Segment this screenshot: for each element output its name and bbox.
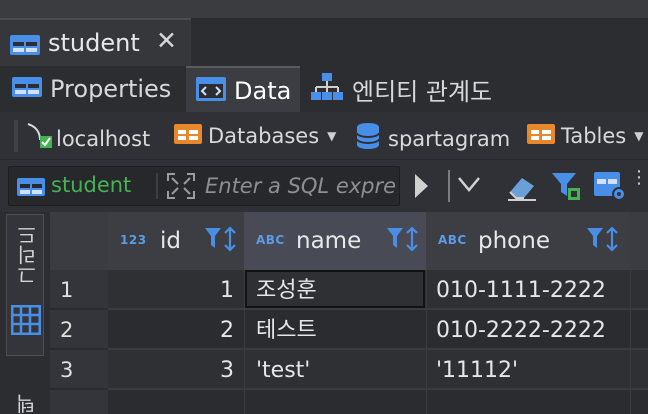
- column-header-name[interactable]: ABC name: [244, 212, 427, 270]
- breadcrumb-databases[interactable]: Databases ▼: [174, 122, 336, 149]
- table-cell-name[interactable]: 'test': [256, 358, 310, 383]
- column-header-id[interactable]: 123 id: [108, 212, 245, 270]
- text-type-icon: ABC: [438, 233, 467, 247]
- breadcrumb-localhost[interactable]: localhost: [26, 122, 150, 155]
- close-icon[interactable]: ✕: [156, 26, 177, 55]
- tab-grid-view[interactable]: 그리드: [6, 214, 44, 356]
- table-cell-name[interactable]: 조성훈: [256, 272, 317, 304]
- tab-er-diagram[interactable]: 엔티티 관계도: [306, 66, 506, 112]
- more-options-icon[interactable]: ⋮: [630, 169, 648, 187]
- folder-icon: [527, 122, 555, 149]
- editor-tab-student[interactable]: student ✕: [0, 18, 191, 66]
- breadcrumb-tables[interactable]: Tables ▼: [527, 122, 643, 149]
- tab-text-view[interactable]: 텍스트: [6, 372, 44, 414]
- column-divider: [630, 270, 631, 414]
- filter-history-dropdown-icon[interactable]: [457, 174, 481, 198]
- row-number-gutter: [50, 390, 108, 414]
- apply-filter-icon[interactable]: [412, 172, 430, 204]
- breadcrumb-grip: [14, 120, 18, 152]
- table-cell-id[interactable]: 1: [214, 278, 234, 303]
- divider: [156, 173, 158, 199]
- breadcrumb-spartagram[interactable]: spartagram: [356, 122, 510, 155]
- numeric-type-icon: 123: [120, 233, 147, 247]
- sort-filter-icon[interactable]: [586, 226, 620, 256]
- table-icon: [10, 35, 40, 59]
- column-divider: [426, 270, 427, 414]
- table-cell-phone[interactable]: 010-1111-2222: [436, 278, 606, 303]
- sort-filter-icon[interactable]: [386, 226, 420, 256]
- row-number[interactable]: 3: [50, 350, 108, 388]
- row-divider: [108, 388, 648, 390]
- tab-properties[interactable]: Properties: [0, 66, 186, 112]
- table-cell-id[interactable]: 2: [214, 318, 234, 343]
- column-name: id: [160, 228, 181, 254]
- divider: [448, 170, 450, 202]
- table-cell-phone[interactable]: 010-2222-2222: [436, 318, 606, 343]
- results-grid: 123 id ABC name ABC phone 1 1 조성훈 010-11…: [50, 212, 648, 414]
- grid-view-label: 그리드: [16, 225, 40, 285]
- row-divider: [108, 308, 648, 310]
- breadcrumb-localhost-label: localhost: [56, 126, 151, 151]
- filter-box: student: [8, 166, 400, 206]
- properties-icon: [12, 77, 42, 101]
- tab-data[interactable]: Data: [186, 66, 300, 114]
- active-table-label: student: [51, 173, 132, 197]
- folder-icon: [174, 122, 202, 149]
- column-divider: [244, 270, 245, 414]
- row-number[interactable]: 1: [50, 270, 108, 308]
- breadcrumb-spartagram-label: spartagram: [388, 126, 511, 151]
- column-name: phone: [478, 228, 550, 254]
- sort-filter-icon[interactable]: [204, 226, 238, 256]
- header-filler: [630, 212, 648, 270]
- row-divider: [108, 348, 648, 350]
- column-name: name: [296, 228, 362, 254]
- breadcrumb-databases-label: Databases: [208, 123, 320, 148]
- data-settings-icon[interactable]: [594, 170, 626, 206]
- column-header-phone[interactable]: ABC phone: [426, 212, 631, 270]
- tab-er-diagram-label: 엔티티 관계도: [352, 77, 493, 106]
- eraser-icon[interactable]: [506, 172, 538, 206]
- database-icon: [356, 122, 380, 155]
- breadcrumb: localhost Databases ▼ spartagram Tables …: [0, 112, 648, 160]
- grid-icon: [10, 304, 42, 339]
- tab-data-label: Data: [234, 77, 292, 105]
- table-row[interactable]: [108, 350, 648, 388]
- data-icon: [196, 77, 226, 105]
- sql-filter-input[interactable]: [205, 170, 395, 202]
- text-type-icon: ABC: [256, 233, 285, 247]
- table-cell-id[interactable]: 3: [214, 358, 234, 383]
- row-number[interactable]: 2: [50, 310, 108, 348]
- chevron-down-icon[interactable]: ▼: [327, 129, 336, 143]
- grid-corner: [50, 212, 109, 270]
- editor-tab-title: student: [48, 29, 140, 57]
- chevron-down-icon[interactable]: ▼: [634, 129, 643, 143]
- er-diagram-icon: [310, 72, 344, 106]
- text-view-label: 텍스트: [15, 394, 39, 414]
- table-cell-phone[interactable]: '11112': [436, 358, 518, 383]
- breadcrumb-tables-label: Tables: [561, 123, 627, 148]
- tab-properties-label: Properties: [50, 75, 172, 103]
- filter-settings-icon[interactable]: [550, 170, 582, 206]
- table-icon: [17, 178, 45, 200]
- sub-tab-bar: Properties Data 엔티티 관계도: [0, 66, 648, 114]
- window-top-strip: [0, 0, 648, 18]
- expand-icon[interactable]: [165, 171, 197, 205]
- table-cell-name[interactable]: 테스트: [256, 312, 317, 344]
- connection-icon: [26, 122, 56, 155]
